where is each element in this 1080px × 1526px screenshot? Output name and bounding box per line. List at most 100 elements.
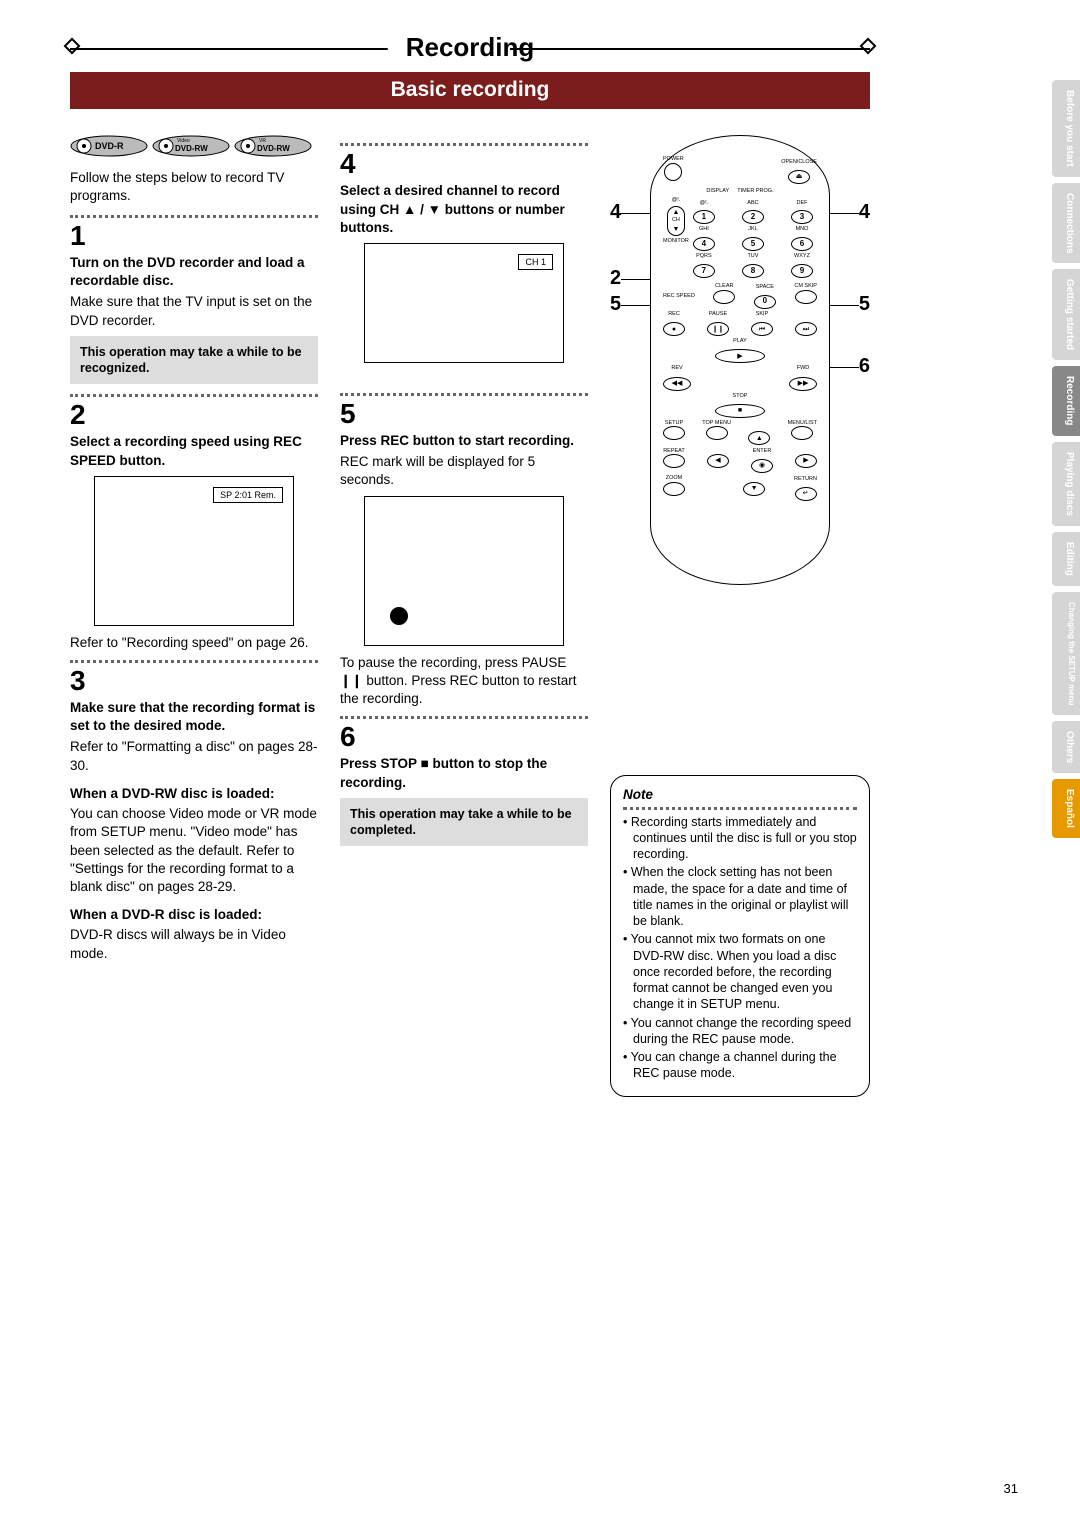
fwd-button[interactable]: ▶▶ xyxy=(789,377,817,391)
num-6-button[interactable]: 6 xyxy=(791,237,813,251)
step-2-title: Select a recording speed using REC SPEED… xyxy=(70,433,318,469)
step-3-r-head: When a DVD-R disc is loaded: xyxy=(70,906,318,924)
column-3: 4 2 5 4 5 6 POWEROPEN/CLOSE⏏ DISPLAYTIME… xyxy=(610,135,870,1096)
step-5-number: 5 xyxy=(340,400,588,428)
step-5-title: Press REC button to start recording. xyxy=(340,432,588,450)
dotted-rule xyxy=(70,215,318,218)
tab-editing[interactable]: Editing xyxy=(1052,532,1080,586)
repeat-button[interactable] xyxy=(663,454,685,468)
num-3-button[interactable]: 3 xyxy=(791,210,813,224)
menulist-button[interactable] xyxy=(791,426,813,440)
tab-recording[interactable]: Recording xyxy=(1052,366,1080,435)
remote-outline: POWEROPEN/CLOSE⏏ DISPLAYTIMER PROG. @!. … xyxy=(650,135,830,585)
num-9-button[interactable]: 9 xyxy=(791,264,813,278)
step-2-after: Refer to "Recording speed" on page 26. xyxy=(70,634,318,652)
power-button[interactable] xyxy=(664,163,682,181)
disc-badge-dvdrw-video: VideoDVD-RW xyxy=(152,135,230,162)
tv-overlay-step2: SP 2:01 Rem. xyxy=(213,487,283,503)
section-subtitle: Basic recording xyxy=(70,72,870,109)
rule-left xyxy=(70,48,430,50)
num-1-button[interactable]: 1 xyxy=(693,210,715,224)
clear-button[interactable] xyxy=(713,290,735,304)
rec-button[interactable]: ● xyxy=(663,322,685,336)
num-2-button[interactable]: 2 xyxy=(742,210,764,224)
rule-right xyxy=(510,48,870,50)
dotted-rule xyxy=(340,393,588,396)
diamond-right-icon xyxy=(860,38,877,55)
note-item: You cannot change the recording speed du… xyxy=(623,1015,857,1048)
nav-down-button[interactable]: ▼ xyxy=(743,482,765,496)
note-item: When the clock setting has not been made… xyxy=(623,864,857,929)
tab-playing-discs[interactable]: Playing discs xyxy=(1052,442,1080,526)
svg-text:DVD-RW: DVD-RW xyxy=(175,144,208,153)
num-5-button[interactable]: 5 xyxy=(742,237,764,251)
step-1-body: Make sure that the TV input is set on th… xyxy=(70,293,318,329)
pause-button[interactable]: ❙❙ xyxy=(707,322,729,336)
num-7-button[interactable]: 7 xyxy=(693,264,715,278)
nav-right-button[interactable]: ▶ xyxy=(795,454,817,468)
num-4-button[interactable]: 4 xyxy=(693,237,715,251)
play-button[interactable]: ▶ xyxy=(715,349,765,363)
svg-text:DVD-RW: DVD-RW xyxy=(257,144,290,153)
step-3-title: Make sure that the recording format is s… xyxy=(70,699,318,735)
callout-6-right: 6 xyxy=(829,353,870,380)
page-number: 31 xyxy=(1004,1480,1018,1498)
callout-4-left: 4 xyxy=(610,199,651,226)
step-3-rw-body: You can choose Video mode or VR mode fro… xyxy=(70,805,318,896)
tv-screen-step2: SP 2:01 Rem. xyxy=(94,476,294,626)
tab-before-you-start[interactable]: Before you start xyxy=(1052,80,1080,177)
stop-button[interactable]: ■ xyxy=(715,404,765,418)
step-5-after: To pause the recording, press PAUSE ❙❙ b… xyxy=(340,654,588,709)
tab-others[interactable]: Others xyxy=(1052,721,1080,773)
callout-2-left: 2 xyxy=(610,265,651,292)
skip-back-button[interactable]: ⏮ xyxy=(751,322,773,336)
note-item: You cannot mix two formats on one DVD-RW… xyxy=(623,931,857,1012)
step-3-rw-head: When a DVD-RW disc is loaded: xyxy=(70,785,318,803)
num-0-button[interactable]: 0 xyxy=(754,295,776,309)
enter-button[interactable]: ◉ xyxy=(751,459,773,473)
callout-5-right: 5 xyxy=(829,291,870,318)
num-8-button[interactable]: 8 xyxy=(742,264,764,278)
return-button[interactable]: ↵ xyxy=(795,487,817,501)
ch-up-down-button[interactable]: ▲CH▼ xyxy=(667,206,685,236)
step-6-number: 6 xyxy=(340,723,588,751)
dotted-rule xyxy=(340,143,588,146)
side-tabs: Before you start Connections Getting sta… xyxy=(1052,80,1080,838)
skip-fwd-button[interactable]: ⏭ xyxy=(795,322,817,336)
diamond-left-icon xyxy=(64,38,81,55)
note-item: You can change a channel during the REC … xyxy=(623,1049,857,1082)
zoom-button[interactable] xyxy=(663,482,685,496)
step-1-number: 1 xyxy=(70,222,318,250)
nav-left-button[interactable]: ◀ xyxy=(707,454,729,468)
note-list: Recording starts immediately and continu… xyxy=(623,814,857,1082)
remote-diagram: 4 2 5 4 5 6 POWEROPEN/CLOSE⏏ DISPLAYTIME… xyxy=(610,135,870,595)
step-1-note: This operation may take a while to be re… xyxy=(70,336,318,385)
step-4-title: Select a desired channel to record using… xyxy=(340,182,588,237)
cmskip-button[interactable] xyxy=(795,290,817,304)
disc-badges: DVD-R VideoDVD-RW VRDVD-RW xyxy=(70,135,318,162)
tab-espanol[interactable]: Español xyxy=(1052,779,1080,838)
note-title: Note xyxy=(623,786,857,809)
dotted-rule xyxy=(70,660,318,663)
dotted-rule xyxy=(340,716,588,719)
step-3-number: 3 xyxy=(70,667,318,695)
rec-dot-icon xyxy=(390,607,408,625)
step-5-body: REC mark will be displayed for 5 seconds… xyxy=(340,453,588,489)
step-1-title: Turn on the DVD recorder and load a reco… xyxy=(70,254,318,290)
tv-screen-step4: CH 1 xyxy=(364,243,564,363)
setup-button[interactable] xyxy=(663,426,685,440)
column-2: 4 Select a desired channel to record usi… xyxy=(340,135,588,1096)
nav-up-button[interactable]: ▲ xyxy=(748,431,770,445)
step-6-title: Press STOP ■ button to stop the recordin… xyxy=(340,755,588,791)
tab-connections[interactable]: Connections xyxy=(1052,183,1080,264)
step-3-body: Refer to "Formatting a disc" on pages 28… xyxy=(70,738,318,774)
rev-button[interactable]: ◀◀ xyxy=(663,377,691,391)
tab-setup-menu[interactable]: Changing the SETUP menu xyxy=(1052,592,1080,715)
tv-screen-step5 xyxy=(364,496,564,646)
open-close-button[interactable]: ⏏ xyxy=(788,170,810,184)
topmenu-button[interactable] xyxy=(706,426,728,440)
tab-getting-started[interactable]: Getting started xyxy=(1052,269,1080,360)
step-6-note: This operation may take a while to be co… xyxy=(340,798,588,847)
callout-4-right: 4 xyxy=(829,199,870,226)
dotted-rule xyxy=(70,394,318,397)
